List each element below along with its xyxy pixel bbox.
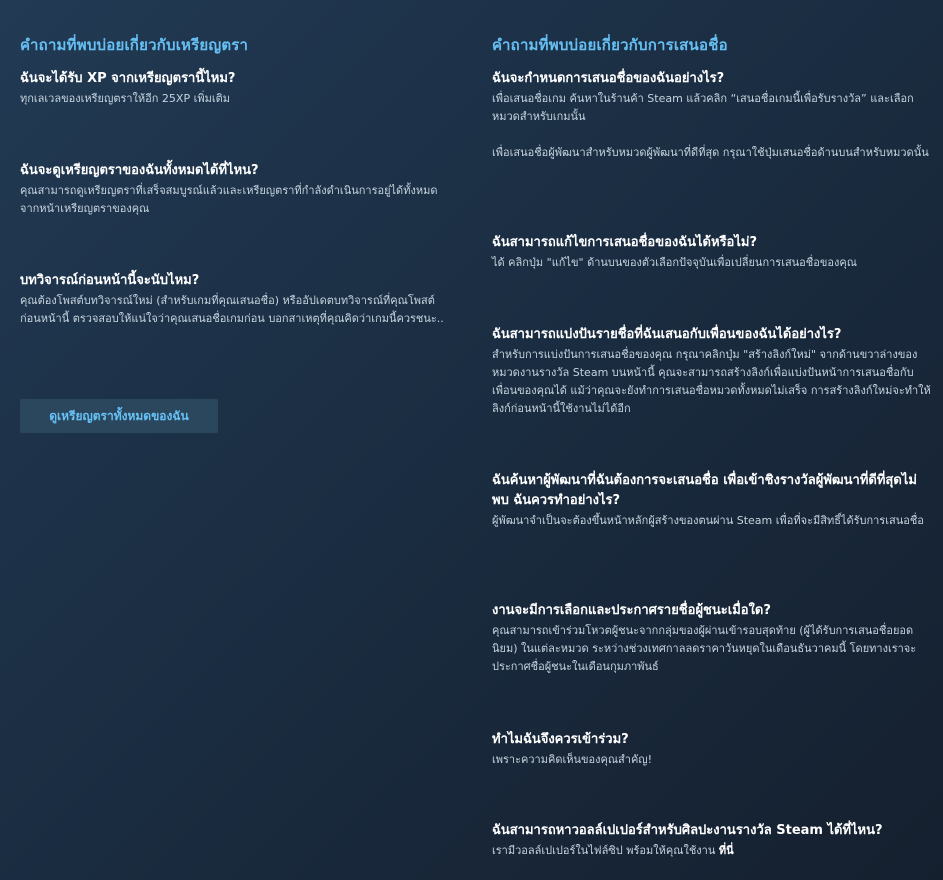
faq-question: บทวิจารณ์ก่อนหน้านี้จะนับไหม?: [20, 273, 200, 288]
faq-answer: ผู้พัฒนาจำเป็นจะต้องขึ้นหน้าหลักผู้สร้าง…: [492, 514, 924, 527]
faq-question: ฉันค้นหาผู้พัฒนาที่ฉันต้องการจะเสนอชื่อ …: [492, 473, 917, 508]
faq-item: งานจะมีการเลือกและประกาศรายชื่อผู้ชนะเมื…: [492, 601, 932, 676]
faq-answer-text: เรามีวอลล์เปเปอร์ในไฟล์ซิป พร้อมให้คุณใช…: [492, 844, 716, 857]
faq-question: ฉันจะดูเหรียญตราของฉันทั้งหมดได้ที่ไหน?: [20, 163, 259, 178]
faq-answer: คุณสามารถดูเหรียญตราที่เสร็จสมบูรณ์แล้วแ…: [20, 184, 438, 215]
faq-item: ทำไมฉันจึงควรเข้าร่วม? เพราะความคิดเห็นข…: [492, 730, 932, 769]
faq-answer: เรามีวอลล์เปเปอร์ในไฟล์ซิป พร้อมให้คุณใช…: [492, 842, 932, 860]
badges-faq-title: คำถามที่พบบ่อยเกี่ยวกับเหรียญตรา: [20, 36, 249, 54]
faq-answer: คุณสามารถเข้าร่วมโหวตผู้ชนะจากกลุ่มของผู…: [492, 624, 917, 673]
nominations-faq-title: คำถามที่พบบ่อยเกี่ยวกับการเสนอชื่อ: [492, 36, 728, 54]
faq-answer: เพื่อเสนอชื่อผู้พัฒนาสำหรับหมวดผู้พัฒนาท…: [492, 146, 929, 159]
faq-answer: คุณต้องโพสต์บทวิจารณ์ใหม่ (สำหรับเกมที่ค…: [20, 294, 444, 325]
faq-question: ทำไมฉันจึงควรเข้าร่วม?: [492, 732, 629, 747]
faq-item: ฉันจะได้รับ XP จากเหรียญตรานี้ไหม? ทุกเล…: [20, 69, 450, 108]
wallpaper-download-link[interactable]: ที่นี่: [719, 844, 734, 857]
view-all-badges-button[interactable]: ดูเหรียญตราทั้งหมดของฉัน: [20, 399, 218, 433]
faq-question: ฉันสามารถแบ่งปันรายชื่อที่ฉันเสนอกับเพื่…: [492, 327, 842, 342]
faq-item: ฉันสามารถแก้ไขการเสนอชื่อของฉันได้หรือไม…: [492, 233, 932, 272]
faq-item: ฉันสามารถแบ่งปันรายชื่อที่ฉันเสนอกับเพื่…: [492, 325, 932, 418]
faq-item: ฉันสามารถหาวอลล์เปเปอร์สำหรับศิลปะงานราง…: [492, 821, 932, 860]
faq-question: ฉันสามารถแก้ไขการเสนอชื่อของฉันได้หรือไม…: [492, 235, 758, 250]
faq-answer: ได้ คลิกปุ่ม "แก้ไข" ด้านบนของตัวเลือกปั…: [492, 256, 857, 269]
faq-answer: เพื่อเสนอชื่อเกม ค้นหาในร้านค้า Steam แล…: [492, 92, 914, 123]
faq-item: ฉันจะดูเหรียญตราของฉันทั้งหมดได้ที่ไหน? …: [20, 161, 450, 218]
faq-answer: เพราะความคิดเห็นของคุณสำคัญ!: [492, 753, 653, 766]
faq-question: ฉันสามารถหาวอลล์เปเปอร์สำหรับศิลปะงานราง…: [492, 823, 883, 838]
faq-answer: สำหรับการแบ่งปันการเสนอชื่อของคุณ กรุณาค…: [492, 348, 931, 415]
faq-item: ฉันจะกำหนดการเสนอชื่อของฉันอย่างไร? เพื่…: [492, 69, 932, 162]
faq-question: ฉันจะได้รับ XP จากเหรียญตรานี้ไหม?: [20, 71, 236, 86]
faq-item: บทวิจารณ์ก่อนหน้านี้จะนับไหม? คุณต้องโพส…: [20, 271, 450, 328]
faq-question: งานจะมีการเลือกและประกาศรายชื่อผู้ชนะเมื…: [492, 603, 771, 618]
faq-question: ฉันจะกำหนดการเสนอชื่อของฉันอย่างไร?: [492, 71, 725, 86]
faq-answer: ทุกเลเวลของเหรียญตราให้อีก 25XP เพิ่มเติ…: [20, 92, 231, 105]
faq-item: ฉันค้นหาผู้พัฒนาที่ฉันต้องการจะเสนอชื่อ …: [492, 471, 932, 530]
